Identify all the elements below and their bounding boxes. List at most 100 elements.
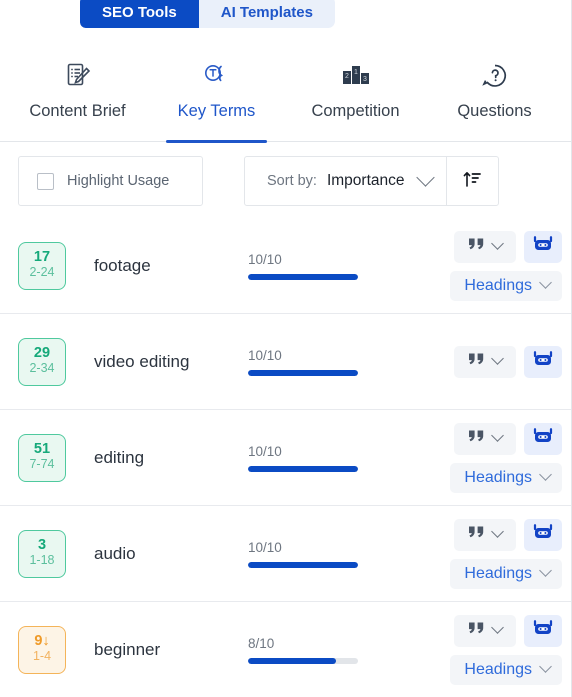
document-pencil-icon bbox=[62, 56, 94, 96]
headings-dropdown[interactable]: Headings bbox=[450, 462, 562, 493]
term-label: audio bbox=[94, 543, 136, 563]
chevron-down-icon bbox=[491, 525, 504, 538]
headings-label: Headings bbox=[464, 660, 532, 678]
text-bubble-icon bbox=[200, 56, 234, 96]
robot-icon bbox=[532, 618, 554, 643]
importance-score-text: 8/10 bbox=[248, 635, 275, 651]
usage-count: 51 bbox=[33, 441, 51, 458]
quote-icon bbox=[468, 621, 485, 641]
highlight-usage-toggle[interactable]: Highlight Usage bbox=[18, 156, 203, 206]
svg-text:3: 3 bbox=[363, 76, 367, 83]
importance-score: 8/10 bbox=[248, 636, 368, 664]
quote-icon bbox=[468, 429, 485, 449]
table-row[interactable]: 9↓ 1-4 beginner 8/10 Headings bbox=[0, 602, 572, 697]
robot-icon bbox=[532, 522, 554, 547]
table-row[interactable]: 3 1-18 audio 10/10 Headings bbox=[0, 506, 572, 602]
usage-count: 29 bbox=[33, 345, 51, 362]
robot-icon bbox=[532, 349, 554, 374]
table-row[interactable]: 51 7-74 editing 10/10 Headings bbox=[0, 410, 572, 506]
chevron-down-icon bbox=[491, 237, 504, 250]
usage-count: 17 bbox=[33, 249, 51, 266]
mode-toggle-ai-templates[interactable]: AI Templates bbox=[198, 0, 335, 28]
section-tabs: Content Brief Key Terms 2 1 3 Competitio… bbox=[0, 52, 572, 143]
ai-generate-button[interactable] bbox=[524, 614, 562, 647]
row-actions bbox=[454, 345, 562, 378]
chevron-down-icon bbox=[539, 564, 552, 577]
tab-questions[interactable]: Questions bbox=[425, 52, 564, 141]
term-label: editing bbox=[94, 447, 145, 467]
headings-dropdown[interactable]: Headings bbox=[450, 558, 562, 589]
usage-count: 9↓ bbox=[34, 633, 50, 650]
usage-range: 2-24 bbox=[29, 265, 55, 280]
headings-label: Headings bbox=[464, 564, 532, 582]
quote-icon bbox=[468, 525, 485, 545]
headings-label: Headings bbox=[464, 468, 532, 486]
tab-questions-label: Questions bbox=[457, 102, 532, 120]
active-tab-underline bbox=[166, 140, 267, 143]
headings-dropdown[interactable]: Headings bbox=[450, 654, 562, 685]
importance-score-text: 10/10 bbox=[248, 443, 282, 459]
table-row[interactable]: 17 2-24 footage 10/10 Headings bbox=[0, 218, 572, 314]
ai-generate-button[interactable] bbox=[524, 345, 562, 378]
usage-range: 2-34 bbox=[29, 361, 55, 376]
usage-badge: 29 2-34 bbox=[18, 337, 66, 386]
term-label: beginner bbox=[94, 639, 161, 659]
list-controls: Highlight Usage Sort by: Importance bbox=[0, 152, 572, 210]
importance-score-bar bbox=[248, 273, 358, 280]
importance-score-text: 10/10 bbox=[248, 347, 282, 363]
row-actions: Headings bbox=[450, 422, 562, 493]
importance-score-bar bbox=[248, 657, 358, 664]
ai-generate-button[interactable] bbox=[524, 518, 562, 551]
usage-badge: 17 2-24 bbox=[18, 241, 66, 290]
quote-examples-button[interactable] bbox=[454, 422, 516, 455]
tab-key-terms[interactable]: Key Terms bbox=[147, 52, 286, 143]
importance-score: 10/10 bbox=[248, 348, 368, 376]
mode-toggle-group: SEO Tools AI Templates bbox=[80, 0, 335, 28]
quote-examples-button[interactable] bbox=[454, 614, 516, 647]
highlight-usage-label: Highlight Usage bbox=[67, 173, 170, 189]
podium-icon: 2 1 3 bbox=[339, 56, 373, 96]
chevron-down-icon bbox=[415, 167, 435, 187]
importance-score-bar bbox=[248, 561, 358, 568]
key-terms-list: 17 2-24 footage 10/10 Headings 29 2-34 video ed… bbox=[0, 218, 572, 697]
usage-range: 7-74 bbox=[29, 457, 55, 472]
row-actions: Headings bbox=[450, 230, 562, 301]
tab-content-brief[interactable]: Content Brief bbox=[8, 52, 147, 141]
question-bubble-icon bbox=[479, 56, 511, 96]
svg-text:1: 1 bbox=[354, 69, 358, 76]
chevron-down-icon bbox=[491, 352, 504, 365]
ai-generate-button[interactable] bbox=[524, 422, 562, 455]
usage-badge: 51 7-74 bbox=[18, 433, 66, 482]
robot-icon bbox=[532, 426, 554, 451]
term-label: footage bbox=[94, 255, 151, 275]
tab-content-brief-label: Content Brief bbox=[29, 102, 126, 120]
sort-by-dropdown[interactable]: Sort by: Importance bbox=[245, 157, 446, 205]
quote-examples-button[interactable] bbox=[454, 518, 516, 551]
headings-dropdown[interactable]: Headings bbox=[450, 270, 562, 301]
quote-examples-button[interactable] bbox=[454, 230, 516, 263]
sort-by-label: Sort by: bbox=[267, 173, 317, 189]
importance-score-bar bbox=[248, 369, 358, 376]
importance-score: 10/10 bbox=[248, 444, 368, 472]
tab-competition[interactable]: 2 1 3 Competition bbox=[286, 52, 425, 141]
chevron-down-icon bbox=[539, 660, 552, 673]
mode-toggle-seo-tools[interactable]: SEO Tools bbox=[80, 0, 199, 28]
usage-range: 1-18 bbox=[29, 553, 55, 568]
table-row[interactable]: 29 2-34 video editing 10/10 bbox=[0, 314, 572, 410]
usage-badge: 9↓ 1-4 bbox=[18, 625, 66, 674]
importance-score: 10/10 bbox=[248, 252, 368, 280]
usage-count: 3 bbox=[37, 537, 47, 554]
sort-direction-button[interactable] bbox=[445, 157, 498, 205]
ai-generate-button[interactable] bbox=[524, 230, 562, 263]
chevron-down-icon bbox=[539, 468, 552, 481]
robot-icon bbox=[532, 234, 554, 259]
row-actions: Headings bbox=[450, 614, 562, 685]
row-actions: Headings bbox=[450, 518, 562, 589]
tab-competition-label: Competition bbox=[311, 102, 400, 120]
usage-range: 1-4 bbox=[32, 649, 52, 664]
importance-score: 10/10 bbox=[248, 540, 368, 568]
quote-examples-button[interactable] bbox=[454, 345, 516, 378]
sort-ascending-icon bbox=[462, 169, 482, 194]
usage-badge: 3 1-18 bbox=[18, 529, 66, 578]
highlight-usage-checkbox[interactable] bbox=[37, 172, 54, 190]
